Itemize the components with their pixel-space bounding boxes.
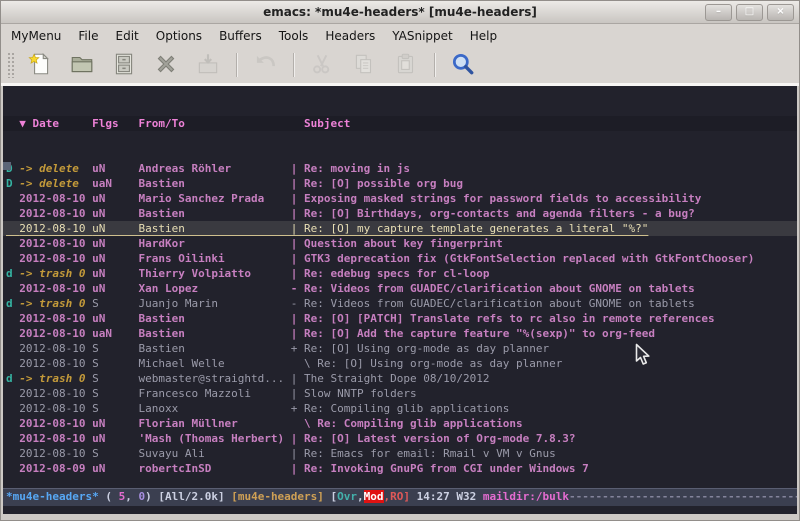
menu-item-edit[interactable]: Edit [116, 29, 139, 43]
modeline-segment: [All/2.0k] [158, 490, 231, 503]
save-icon [195, 51, 221, 80]
echo-area[interactable] [3, 506, 797, 514]
message-row[interactable]: 2012-08-10 uN Xan Lopez - Re: Videos fro… [3, 281, 797, 296]
message-row[interactable]: d -> trash 0 uN Thierry Volpiatto | Re: … [3, 266, 797, 281]
modeline-segment: ,RO] [384, 490, 411, 503]
frame-body: ▼ Date Flgs From/To Subject D -> delete … [1, 86, 799, 520]
message-row[interactable]: 2012-08-09 uN robertcInSD | Re: Invoking… [3, 461, 797, 476]
modeline-segment: , [125, 490, 138, 503]
toolbar-new-file-button[interactable] [19, 50, 61, 80]
window-controls: –□× [705, 4, 794, 21]
modeline-segment: *mu4e-headers* [6, 490, 99, 503]
paste-icon [393, 51, 419, 80]
headers-column-header[interactable]: ▼ Date Flgs From/To Subject [3, 116, 797, 131]
message-row[interactable]: 2012-08-10 S Michael Welle \ Re: [O] Usi… [3, 356, 797, 371]
toolbar-file-cabinet-button[interactable] [103, 50, 145, 80]
menu-bar: MyMenu File Edit Options Buffers Tools Headers… [1, 24, 799, 47]
menu-item-buffers[interactable]: Buffers [219, 29, 262, 43]
menu-item-mymenu[interactable]: MyMenu [11, 29, 61, 43]
toolbar-paste-button [385, 50, 427, 80]
menu-item-headers[interactable]: Headers [325, 29, 375, 43]
modeline-segment: Ovr [337, 490, 357, 503]
message-list: D -> delete uN Andreas Röhler | Re: movi… [3, 161, 797, 476]
message-row[interactable]: 2012-08-10 uN Bastien | Re: [O] Birthday… [3, 206, 797, 221]
title-bar[interactable]: emacs: *mu4e-headers* [mu4e-headers] –□× [1, 1, 799, 24]
message-row[interactable]: d -> trash 0 S Juanjo Marin - Re: Videos… [3, 296, 797, 311]
modeline-segment: Mod [364, 490, 384, 503]
message-row[interactable]: 2012-08-10 uN Mario Sanchez Prada | Expo… [3, 191, 797, 206]
message-row[interactable]: 2012-08-10 S Francesco Mazzoli | Slow NN… [3, 386, 797, 401]
message-row[interactable]: 2012-08-10 uaN Bastien | Re: [O] Add the… [3, 326, 797, 341]
file-cabinet-icon [111, 51, 137, 80]
open-folder-icon [69, 51, 95, 80]
modeline-segment: ---------------------------------------- [569, 490, 797, 503]
message-row[interactable]: 2012-08-10 S Bastien + Re: [O] Using org… [3, 341, 797, 356]
toolbar-save-button [187, 50, 229, 80]
toolbar-search-button[interactable] [442, 50, 484, 80]
toolbar-cut-button [301, 50, 343, 80]
close-button[interactable]: × [767, 4, 794, 21]
modeline-segment: 14:27 W32 [410, 490, 483, 503]
message-row[interactable]: 2012-08-10 S Suvayu Ali | Re: Emacs for … [3, 446, 797, 461]
menu-item-help[interactable]: Help [470, 29, 497, 43]
modeline-segment: [mu4e-headers] [231, 490, 330, 503]
copy-icon [351, 51, 377, 80]
message-row[interactable]: 2012-08-10 uN HardKor | Question about k… [3, 236, 797, 251]
modeline-segment: maildir:/bulk [483, 490, 569, 503]
message-row[interactable]: D -> delete uN Andreas Röhler | Re: movi… [3, 161, 797, 176]
message-row[interactable]: d -> trash 0 S webmaster@straightd... | … [3, 371, 797, 386]
modeline-segment: ) [145, 490, 158, 503]
toolbar-separator [434, 53, 435, 77]
mouse-cursor [635, 343, 652, 367]
search-icon [450, 51, 476, 80]
scrollbar-thumb[interactable] [3, 162, 11, 170]
message-row[interactable]: 2012-08-10 uN 'Mash (Thomas Herbert) | R… [3, 431, 797, 446]
undo-icon [252, 51, 278, 80]
mu4e-headers-buffer: ▼ Date Flgs From/To Subject D -> delete … [3, 86, 797, 488]
message-row[interactable]: 2012-08-10 S Lanoxx + Re: Compiling glib… [3, 401, 797, 416]
menu-item-tools[interactable]: Tools [279, 29, 309, 43]
menu-item-options[interactable]: Options [156, 29, 202, 43]
toolbar-drag-handle[interactable] [7, 52, 15, 78]
modeline-segment: ( [99, 490, 119, 503]
message-row[interactable]: 2012-08-10 uN Frans Oilinki | GTK3 depre… [3, 251, 797, 266]
minimize-button[interactable]: – [705, 4, 732, 21]
cut-icon [309, 51, 335, 80]
toolbar-close-x-button[interactable] [145, 50, 187, 80]
menu-item-file[interactable]: File [78, 29, 98, 43]
message-row[interactable]: 2012-08-10 uN Bastien | Re: [O] [PATCH] … [3, 311, 797, 326]
window-title: emacs: *mu4e-headers* [mu4e-headers] [263, 5, 537, 19]
emacs-window: emacs: *mu4e-headers* [mu4e-headers] –□×… [0, 0, 800, 521]
message-row[interactable]: 2012-08-10 uN Florian Müllner \ Re: Comp… [3, 416, 797, 431]
toolbar-separator [293, 53, 294, 77]
new-file-icon [27, 51, 53, 80]
toolbar-open-folder-button[interactable] [61, 50, 103, 80]
toolbar-undo-button [244, 50, 286, 80]
tool-bar [1, 47, 799, 83]
toolbar-copy-button [343, 50, 385, 80]
close-x-icon [153, 51, 179, 80]
message-row[interactable]: 2012-08-10 uN Bastien | Re: [O] my captu… [3, 221, 797, 236]
modeline-segment: , [357, 490, 364, 503]
menu-item-yasnippet[interactable]: YASnippet [392, 29, 453, 43]
toolbar-separator [236, 53, 237, 77]
maximize-button[interactable]: □ [736, 4, 763, 21]
mode-line[interactable]: *mu4e-headers* ( 5, 0) [All/2.0k] [mu4e-… [3, 488, 797, 506]
message-row[interactable]: D -> delete uaN Bastien | Re: [O] possib… [3, 176, 797, 191]
